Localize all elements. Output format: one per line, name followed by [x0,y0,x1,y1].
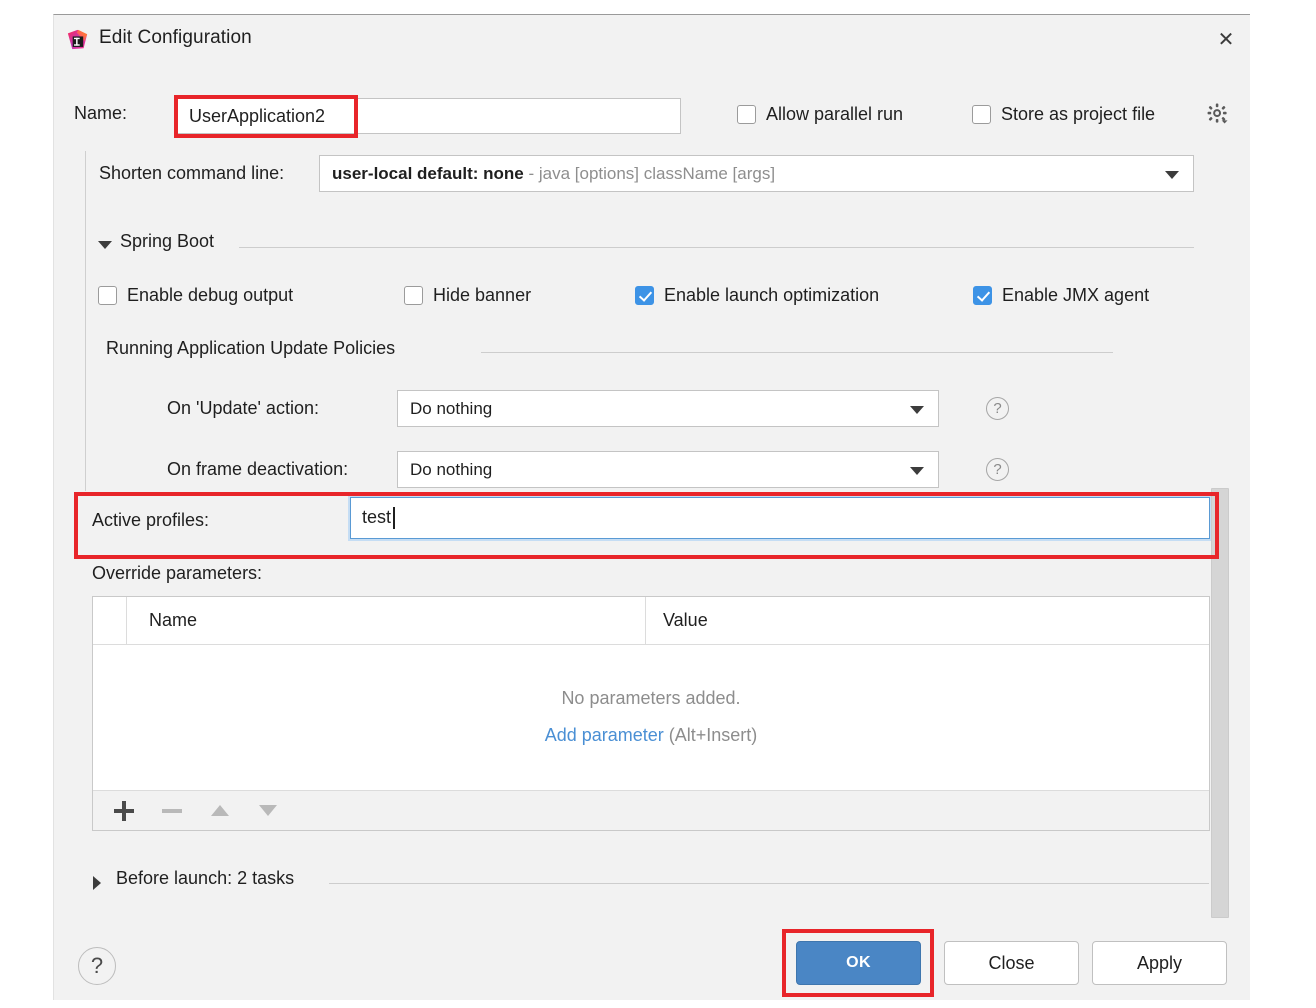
table-header-row: Name Value [93,597,1209,645]
indent-rule [85,151,86,491]
minus-icon [162,809,182,813]
before-launch-expand-toggle[interactable] [93,876,101,890]
column-divider [126,597,127,645]
intellij-idea-icon [67,29,88,50]
checkbox-box [635,286,654,305]
spring-boot-group-title: Spring Boot [120,231,215,251]
update-policies-group-title: Running Application Update Policies [106,338,396,358]
active-profiles-label: Active profiles: [92,510,210,530]
text-caret [393,507,395,529]
on-frame-deactivation-label: On frame deactivation: [167,459,349,479]
spring-boot-collapse-toggle[interactable] [98,241,112,249]
help-icon[interactable]: ? [986,397,1009,420]
column-divider[interactable] [645,597,646,645]
close-icon[interactable]: ✕ [1213,27,1239,53]
apply-button[interactable]: Apply [1092,941,1227,985]
enable-debug-output-label: Enable debug output [127,285,294,305]
shorten-value-bold: user-local default: none [332,164,524,183]
shorten-value-dim: - java [options] className [args] [523,164,776,183]
dialog-titlebar: Edit Configuration ✕ [54,15,1251,61]
column-header-value[interactable]: Value [663,610,708,631]
empty-action-row: Add parameter (Alt+Insert) [93,725,1209,746]
checkbox-box [737,105,756,124]
help-icon[interactable]: ? [986,458,1009,481]
store-as-project-file-label: Store as project file [1001,104,1156,124]
active-profiles-value: test [362,507,392,527]
checkbox-box [404,286,423,305]
store-as-project-file-checkbox[interactable]: Store as project file [972,104,1155,125]
group-divider [481,352,1113,353]
shorten-command-line-label: Shorten command line: [99,163,285,183]
enable-jmx-agent-checkbox[interactable]: Enable JMX agent [973,285,1149,306]
hide-banner-label: Hide banner [433,285,532,305]
name-input[interactable]: UserApplication2 [176,98,681,134]
group-divider [239,247,1194,248]
edit-configuration-dialog: Edit Configuration ✕ Name: UserApplicati… [53,14,1250,1000]
screen: Edit Configuration ✕ Name: UserApplicati… [0,0,1316,1008]
enable-jmx-agent-label: Enable JMX agent [1002,285,1150,305]
enable-launch-optimization-label: Enable launch optimization [664,285,880,305]
plus-icon [114,809,134,813]
triangle-up-icon [211,805,229,816]
move-down-button [251,791,285,831]
checkbox-box [972,105,991,124]
group-divider [329,883,1209,884]
shorten-command-line-value: user-local default: none - java [options… [332,164,775,184]
add-parameter-link[interactable]: Add parameter [545,725,664,745]
override-parameters-table: Name Value No parameters added. Add para… [92,596,1210,831]
allow-parallel-run-checkbox[interactable]: Allow parallel run [737,104,903,125]
on-frame-deactivation-value: Do nothing [410,460,493,479]
name-input-value: UserApplication2 [189,106,326,126]
chevron-down-icon [1165,171,1179,179]
checkbox-box [98,286,117,305]
empty-message: No parameters added. [561,688,741,708]
before-launch-title: Before launch: 2 tasks [116,868,295,888]
on-frame-deactivation-select[interactable]: Do nothing [397,451,939,488]
allow-parallel-run-label: Allow parallel run [766,104,904,124]
remove-parameter-button [155,791,189,831]
on-update-action-label: On 'Update' action: [167,398,319,418]
triangle-down-icon [259,805,277,816]
dialog-title: Edit Configuration [99,27,252,48]
move-up-button [203,791,237,831]
override-parameters-label: Override parameters: [92,563,263,583]
chevron-down-icon [910,467,924,475]
on-update-action-select[interactable]: Do nothing [397,390,939,427]
hide-banner-checkbox[interactable]: Hide banner [404,285,531,306]
active-profiles-input[interactable]: test [348,495,1212,541]
chevron-down-icon [910,406,924,414]
help-button[interactable]: ? [78,947,116,985]
column-header-name[interactable]: Name [149,610,197,631]
table-empty-state: No parameters added. Add parameter (Alt+… [93,645,1209,790]
enable-launch-optimization-checkbox[interactable]: Enable launch optimization [635,285,879,306]
close-button[interactable]: Close [944,941,1079,985]
vertical-scrollbar-thumb[interactable] [1211,488,1229,918]
shorten-command-line-select[interactable]: user-local default: none - java [options… [319,155,1194,192]
name-label: Name: [74,103,128,123]
on-update-action-value: Do nothing [410,399,493,418]
table-toolbar [93,790,1209,830]
checkbox-box [973,286,992,305]
enable-debug-output-checkbox[interactable]: Enable debug output [98,285,293,306]
add-parameter-shortcut: (Alt+Insert) [663,725,758,745]
add-parameter-button[interactable] [107,791,141,831]
ok-button[interactable]: OK [796,941,921,985]
